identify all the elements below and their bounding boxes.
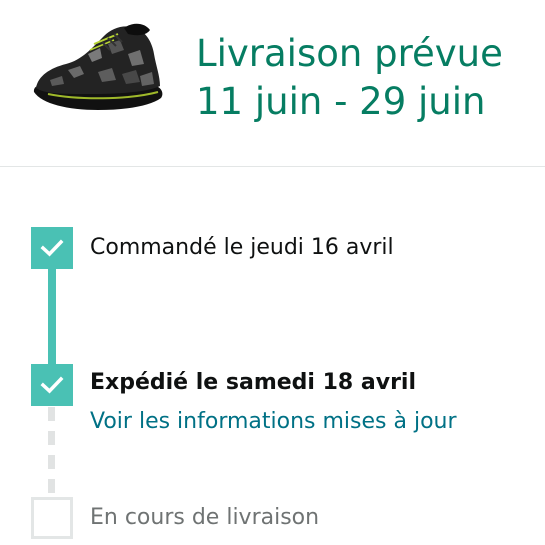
empty-checkbox-icon	[31, 497, 73, 539]
timeline-pending-line	[48, 407, 55, 503]
check-icon	[40, 376, 64, 394]
step-ordered-check	[31, 227, 73, 269]
delivery-estimate-heading: Livraison prévue	[196, 32, 503, 75]
delivery-estimate: Livraison prévue 11 juin - 29 juin	[196, 30, 503, 126]
updated-info-link[interactable]: Voir les informations mises à jour	[90, 408, 457, 436]
step-in-transit-label: En cours de livraison	[90, 505, 320, 530]
step-shipped-check	[31, 364, 73, 406]
shipment-timeline: Commandé le jeudi 16 avril Expédié le sa…	[0, 167, 545, 545]
product-image[interactable]	[28, 14, 168, 118]
delivery-estimate-dates: 11 juin - 29 juin	[196, 80, 486, 123]
step-shipped-label: Expédié le samedi 18 avril	[90, 370, 417, 395]
shoe-image	[33, 23, 163, 110]
check-icon	[40, 239, 64, 257]
step-ordered-label: Commandé le jeudi 16 avril	[90, 235, 394, 260]
delivery-header: Livraison prévue 11 juin - 29 juin	[0, 0, 545, 167]
timeline-progress-line	[48, 263, 56, 375]
